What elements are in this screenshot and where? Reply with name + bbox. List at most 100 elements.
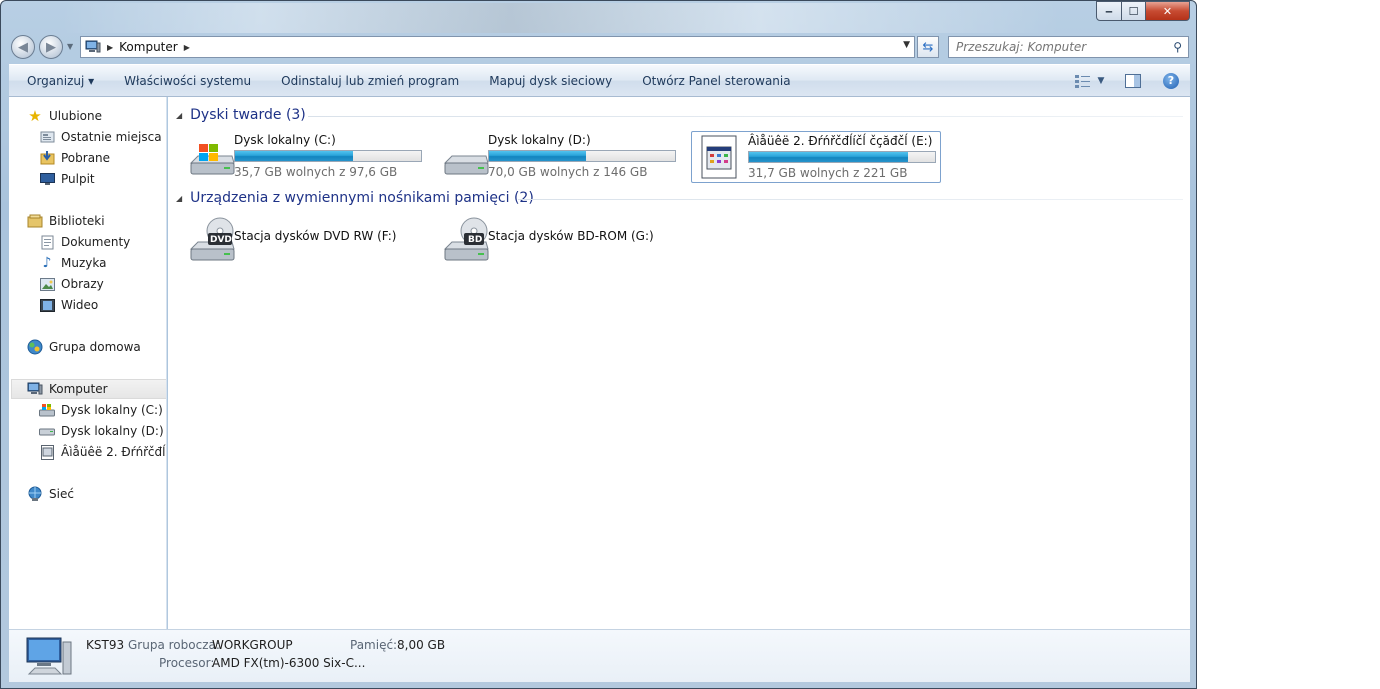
drive-tile-e[interactable]: Âìåüêë 2. Ðŕńřčđĺíčĺ čçăđčĺ (E:) 31,7 GB…: [691, 131, 941, 183]
drive-free-space: 70,0 GB wolnych z 146 GB: [488, 165, 648, 179]
workgroup-label: Grupa robocza:: [128, 638, 220, 652]
processor-value: AMD FX(tm)-6300 Six-C...: [212, 656, 366, 670]
drive-tile-d[interactable]: Dysk lokalny (D:) 70,0 GB wolnych z 146 …: [432, 131, 682, 183]
drive-usage-fill: [749, 152, 909, 162]
sidebar-item-drive-e[interactable]: Âìåüêë 2. Ðŕńřčđĺíčĺ: [39, 442, 167, 462]
drive-name: Âìåüêë 2. Ðŕńřčđĺíčĺ čçăđčĺ (E:): [748, 134, 933, 148]
command-bar: Organizuj ▾ Właściwości systemu Odinstal…: [9, 64, 1190, 97]
sidebar-item-libraries[interactable]: Biblioteki: [27, 211, 105, 231]
sidebar-item-videos[interactable]: Wideo: [39, 295, 98, 315]
breadcrumb-separator-icon[interactable]: ▶: [107, 43, 113, 52]
search-input[interactable]: [956, 40, 1166, 54]
drive-tile-c[interactable]: Dysk lokalny (C:) 35,7 GB wolnych z 97,6…: [178, 131, 428, 183]
view-list-icon: [1075, 74, 1090, 88]
group-header-removable-storage[interactable]: ◢ Urządzenia z wymiennymi nośnikami pami…: [176, 188, 534, 208]
caption-buttons: ‒ ☐ ✕: [1096, 1, 1190, 21]
windows-drive-icon: [189, 144, 235, 175]
group-header-hard-drives[interactable]: ◢ Dyski twarde (3): [176, 105, 306, 125]
open-control-panel-button[interactable]: Otwórz Panel sterowania: [627, 74, 805, 88]
sidebar-item-favorites[interactable]: ★ Ulubione: [27, 106, 102, 126]
sidebar-item-music[interactable]: ♪ Muzyka: [39, 253, 107, 273]
drive-tile-f[interactable]: DVD Stacja dysków DVD RW (F:): [178, 213, 428, 265]
drive-usage-bar: [234, 150, 422, 162]
sidebar-label: Dokumenty: [61, 235, 131, 249]
group-title: Urządzenia z wymiennymi nośnikami pamięc…: [190, 190, 534, 206]
uninstall-program-button[interactable]: Odinstaluj lub zmień program: [266, 74, 474, 88]
drive-free-space: 31,7 GB wolnych z 221 GB: [748, 166, 908, 180]
sidebar-item-recent-places[interactable]: Ostatnie miejsca: [39, 127, 162, 147]
drive-name: Stacja dysków BD-ROM (G:): [488, 229, 654, 243]
recent-places-icon: [39, 129, 55, 145]
breadcrumb-separator-icon[interactable]: ▶: [184, 43, 190, 52]
navigation-row: ◀ ▶ ▼ ▶ Komputer ▶ ▼ ⇆ ⚲: [1, 33, 1196, 61]
search-icon[interactable]: ⚲: [1173, 40, 1182, 54]
sidebar-label: Komputer: [49, 382, 108, 396]
help-button[interactable]: ?: [1160, 72, 1182, 90]
drive-tile-g[interactable]: BD Stacja dysków BD-ROM (G:): [432, 213, 682, 265]
sidebar-item-pictures[interactable]: Obrazy: [39, 274, 104, 294]
hard-drive-icon: [39, 423, 55, 439]
downloads-folder-icon: [39, 150, 55, 166]
drive-usage-fill: [489, 151, 586, 161]
collapse-triangle-icon[interactable]: ◢: [176, 194, 182, 203]
forward-button[interactable]: ▶: [39, 35, 63, 59]
homegroup-icon: [27, 339, 43, 355]
sidebar-label: Sieć: [49, 487, 74, 501]
system-properties-button[interactable]: Właściwości systemu: [109, 74, 266, 88]
back-button[interactable]: ◀: [11, 35, 35, 59]
drive-image-icon: [39, 444, 55, 460]
sidebar-item-desktop[interactable]: Pulpit: [39, 169, 95, 189]
hard-drive-icon: [443, 155, 489, 175]
details-pane: KST93 Grupa robocza: WORKGROUP Pamięć: 8…: [9, 629, 1190, 682]
sidebar-label: Dysk lokalny (C:): [61, 403, 163, 417]
film-icon: [39, 297, 55, 313]
organize-menu-button[interactable]: Organizuj ▾: [9, 74, 109, 88]
preview-pane-button[interactable]: [1122, 72, 1144, 90]
map-network-drive-button[interactable]: Mapuj dysk sieciowy: [474, 74, 627, 88]
refresh-button[interactable]: ⇆: [917, 36, 939, 58]
sidebar-label: Âìåüêë 2. Ðŕńřčđĺíčĺ: [61, 445, 167, 459]
bd-rom-drive-icon: [443, 217, 489, 261]
sidebar-item-drive-c[interactable]: Dysk lokalny (C:): [39, 400, 163, 420]
recent-pages-dropdown[interactable]: ▼: [67, 42, 73, 51]
view-dropdown-icon[interactable]: ▼: [1096, 72, 1106, 90]
sidebar-item-documents[interactable]: Dokumenty: [39, 232, 130, 252]
navigation-pane: ★ Ulubione Ostatnie miejsca Pobrane Pulp…: [9, 97, 167, 629]
sidebar-item-drive-d[interactable]: Dysk lokalny (D:): [39, 421, 164, 441]
view-options-button[interactable]: [1072, 72, 1094, 90]
collapse-triangle-icon[interactable]: ◢: [176, 111, 182, 120]
sidebar-item-network[interactable]: Sieć: [27, 484, 74, 504]
memory-value: 8,00 GB: [397, 638, 446, 652]
network-icon: [27, 486, 43, 502]
arrow-left-icon: ◀: [18, 39, 28, 55]
drive-name: Dysk lokalny (C:): [234, 133, 336, 147]
sidebar-label: Dysk lokalny (D:): [61, 424, 164, 438]
documents-icon: [39, 234, 55, 250]
desktop-icon: [39, 171, 55, 187]
address-history-dropdown-icon[interactable]: ▼: [903, 40, 910, 50]
aero-glass-background: [61, 3, 1061, 33]
breadcrumb-computer[interactable]: Komputer: [119, 40, 178, 54]
sidebar-item-homegroup[interactable]: Grupa domowa: [27, 337, 141, 357]
sidebar-item-computer[interactable]: Komputer: [11, 379, 166, 399]
search-box[interactable]: ⚲: [948, 36, 1189, 58]
dvd-badge: DVD: [210, 235, 232, 245]
drive-name: Stacja dysków DVD RW (F:): [234, 229, 397, 243]
sidebar-item-downloads[interactable]: Pobrane: [39, 148, 110, 168]
close-button[interactable]: ✕: [1146, 1, 1190, 21]
sidebar-label: Grupa domowa: [49, 340, 141, 354]
title-bar[interactable]: ‒ ☐ ✕: [1, 1, 1196, 33]
maximize-button[interactable]: ☐: [1122, 1, 1146, 21]
group-divider: [518, 199, 1183, 200]
music-note-icon: ♪: [42, 255, 52, 271]
workgroup-value: WORKGROUP: [212, 638, 293, 652]
libraries-icon: [27, 213, 43, 229]
minimize-button[interactable]: ‒: [1096, 1, 1122, 21]
sidebar-label: Ostatnie miejsca: [61, 130, 162, 144]
explorer-window: ‒ ☐ ✕ ◀ ▶ ▼ ▶ Komputer ▶ ▼ ⇆ ⚲ Organizu: [0, 0, 1197, 689]
address-bar[interactable]: ▶ Komputer ▶ ▼: [80, 36, 915, 58]
computer-icon: [85, 40, 101, 53]
windows-drive-icon: [39, 402, 55, 418]
refresh-icon: ⇆: [922, 39, 934, 55]
sidebar-label: Pulpit: [61, 172, 95, 186]
